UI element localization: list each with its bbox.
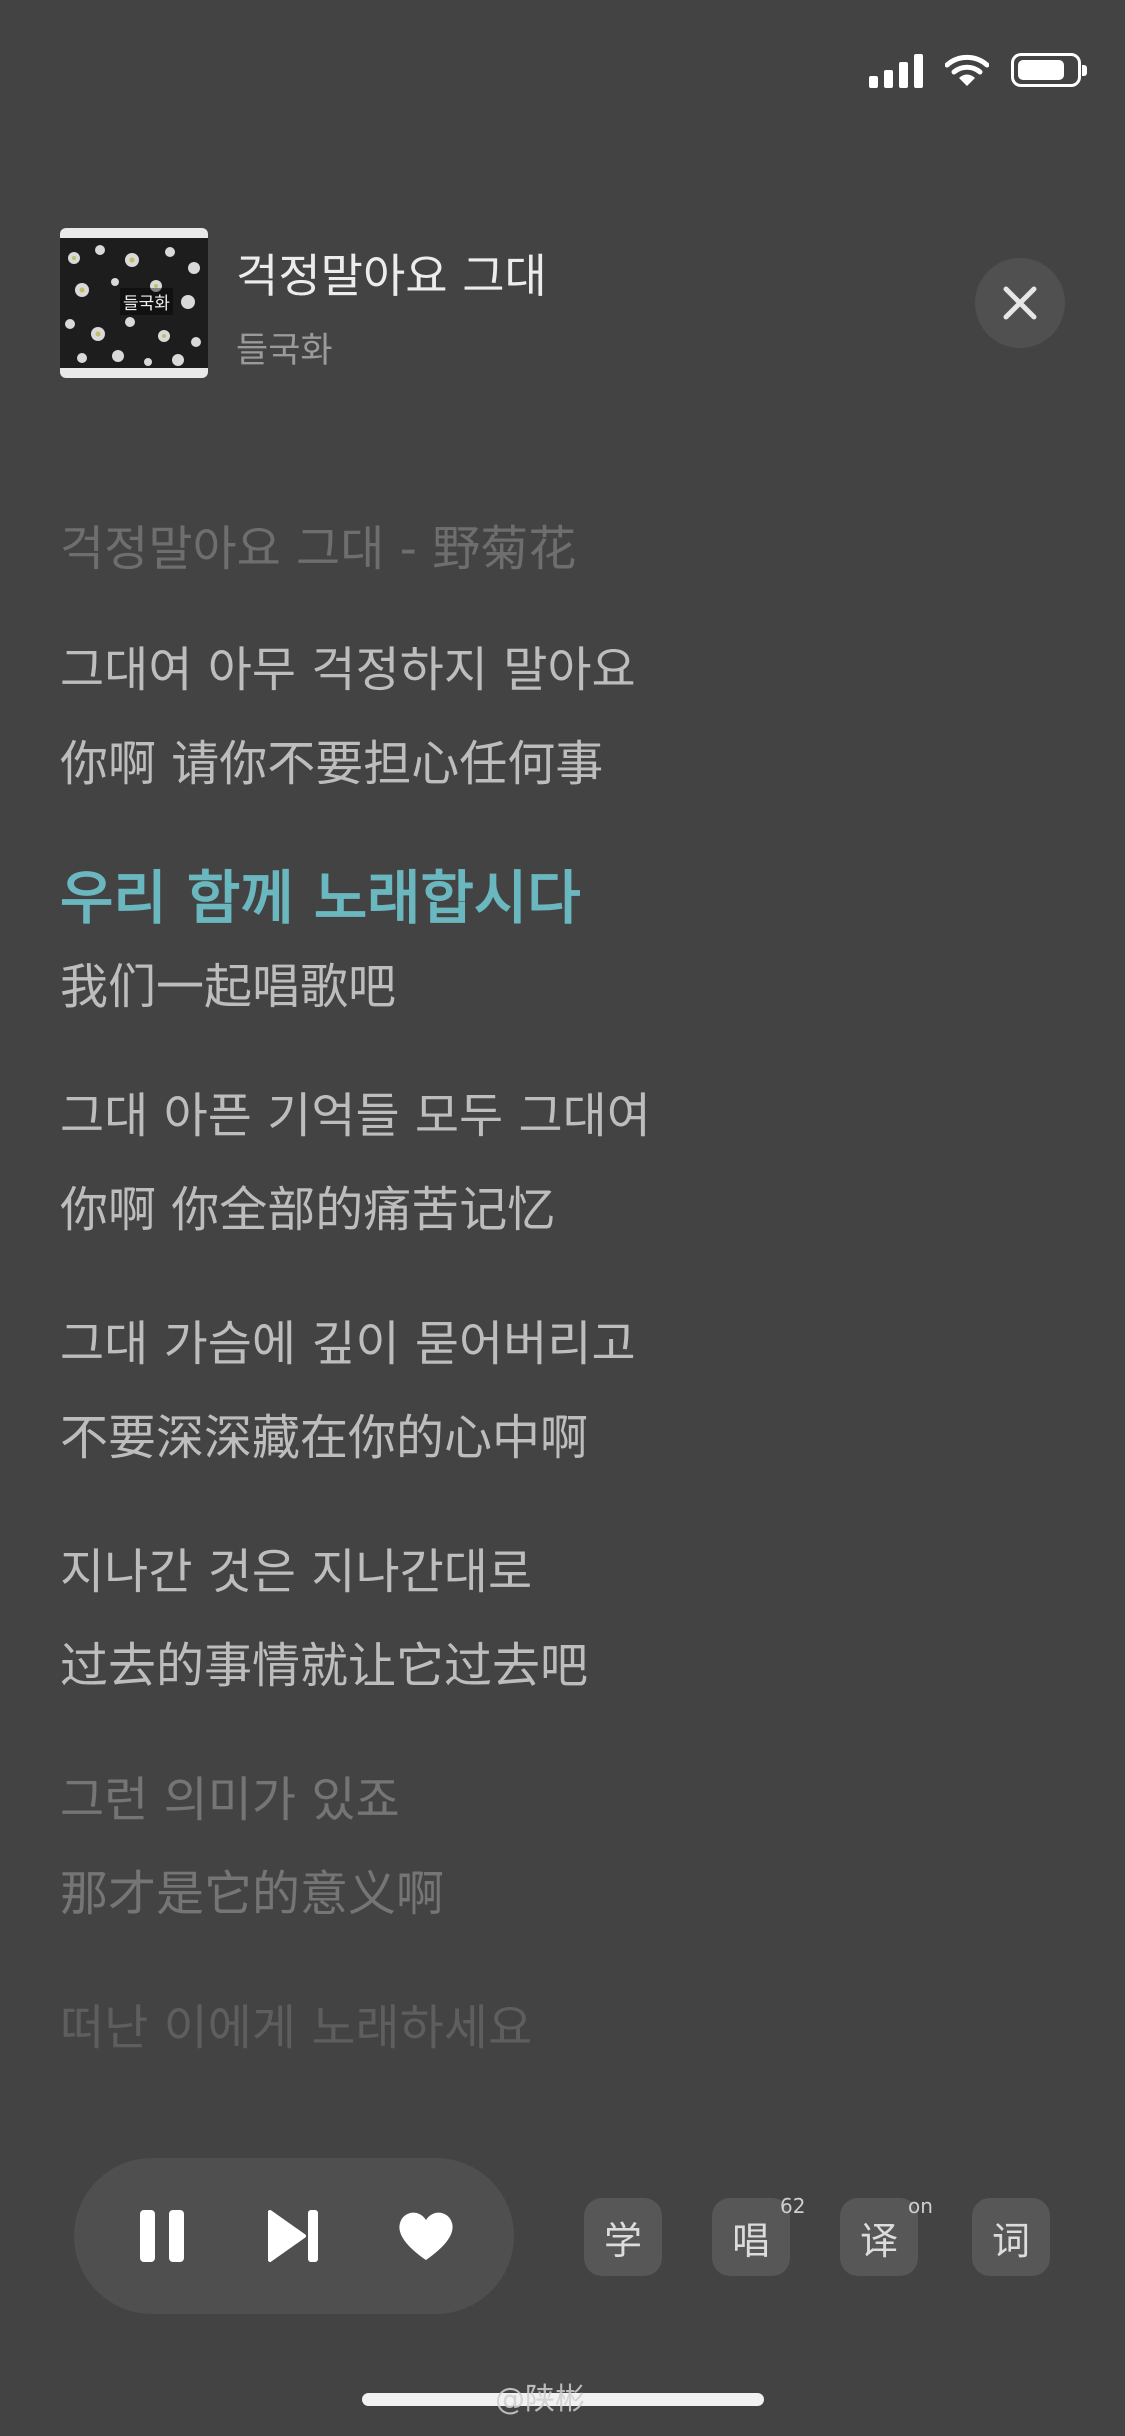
lyric-line[interactable]: 그대 가슴에 깊이 묻어버리고 [60, 1297, 1060, 1391]
lyric-translation: 我们一起唱歌吧 [60, 959, 397, 1015]
next-button[interactable] [264, 2206, 324, 2266]
lyric-translation: 过去的事情就让它过去吧 [60, 1638, 589, 1694]
lyrics-panel[interactable]: 걱정말아요 그대 - 野菊花 그대여 아무 걱정하지 말아요 你啊 请你不要担心… [60, 505, 1060, 2075]
lyric-line[interactable]: 떠난 이에게 노래하세요 [60, 1981, 1060, 2075]
sing-count-badge: 62 [780, 2194, 806, 2218]
battery-icon [1011, 53, 1087, 87]
translate-label: 译 [859, 2218, 898, 2263]
like-button[interactable] [396, 2206, 456, 2266]
translate-status-badge: on [908, 2194, 933, 2218]
lyrics-button[interactable]: 词 [972, 2198, 1050, 2276]
playback-controls [74, 2158, 514, 2314]
learn-button[interactable]: 学 [584, 2198, 662, 2276]
lyric-translation: 不要深深藏在你的心中啊 [60, 1410, 589, 1466]
lyric-translation: 你啊 你全部的痛苦记忆 [60, 1182, 556, 1238]
next-icon [268, 2210, 318, 2262]
translate-button[interactable]: 译 [840, 2198, 918, 2276]
lyric-line-current[interactable]: 우리 함께 노래합시다 [60, 851, 1060, 945]
album-cover[interactable]: 들국화 [60, 228, 208, 378]
close-icon [1003, 286, 1037, 320]
pause-button[interactable] [132, 2206, 192, 2266]
lyrics-heading: 걱정말아요 그대 - 野菊花 [60, 521, 577, 577]
close-button[interactable] [975, 258, 1065, 348]
lyrics-label: 词 [991, 2218, 1030, 2263]
lyric-line[interactable]: 그런 의미가 있죠 [60, 1753, 1060, 1847]
sing-label: 唱 [731, 2218, 770, 2263]
lyric-translation: 那才是它的意义啊 [60, 1866, 445, 1922]
signal-icon [869, 52, 923, 88]
learn-label: 学 [603, 2218, 642, 2263]
song-artist: 들국화 [236, 331, 333, 371]
lyric-translation: 你啊 请你不要担心任何事 [60, 736, 604, 792]
watermark: @陕彬 [495, 2382, 585, 2417]
lyric-line[interactable]: 그대여 아무 걱정하지 말아요 [60, 623, 1060, 717]
lyric-line[interactable]: 지나간 것은 지나간대로 [60, 1525, 1060, 1619]
pause-icon [140, 2210, 184, 2262]
song-title: 걱정말아요 그대 [236, 249, 547, 303]
wifi-icon [945, 54, 989, 86]
heart-icon [399, 2212, 453, 2260]
status-bar [869, 44, 1087, 96]
lyric-line[interactable]: 그대 아픈 기억들 모두 그대여 [60, 1069, 1060, 1163]
sing-button[interactable]: 唱 [712, 2198, 790, 2276]
cover-label: 들국화 [120, 288, 173, 315]
